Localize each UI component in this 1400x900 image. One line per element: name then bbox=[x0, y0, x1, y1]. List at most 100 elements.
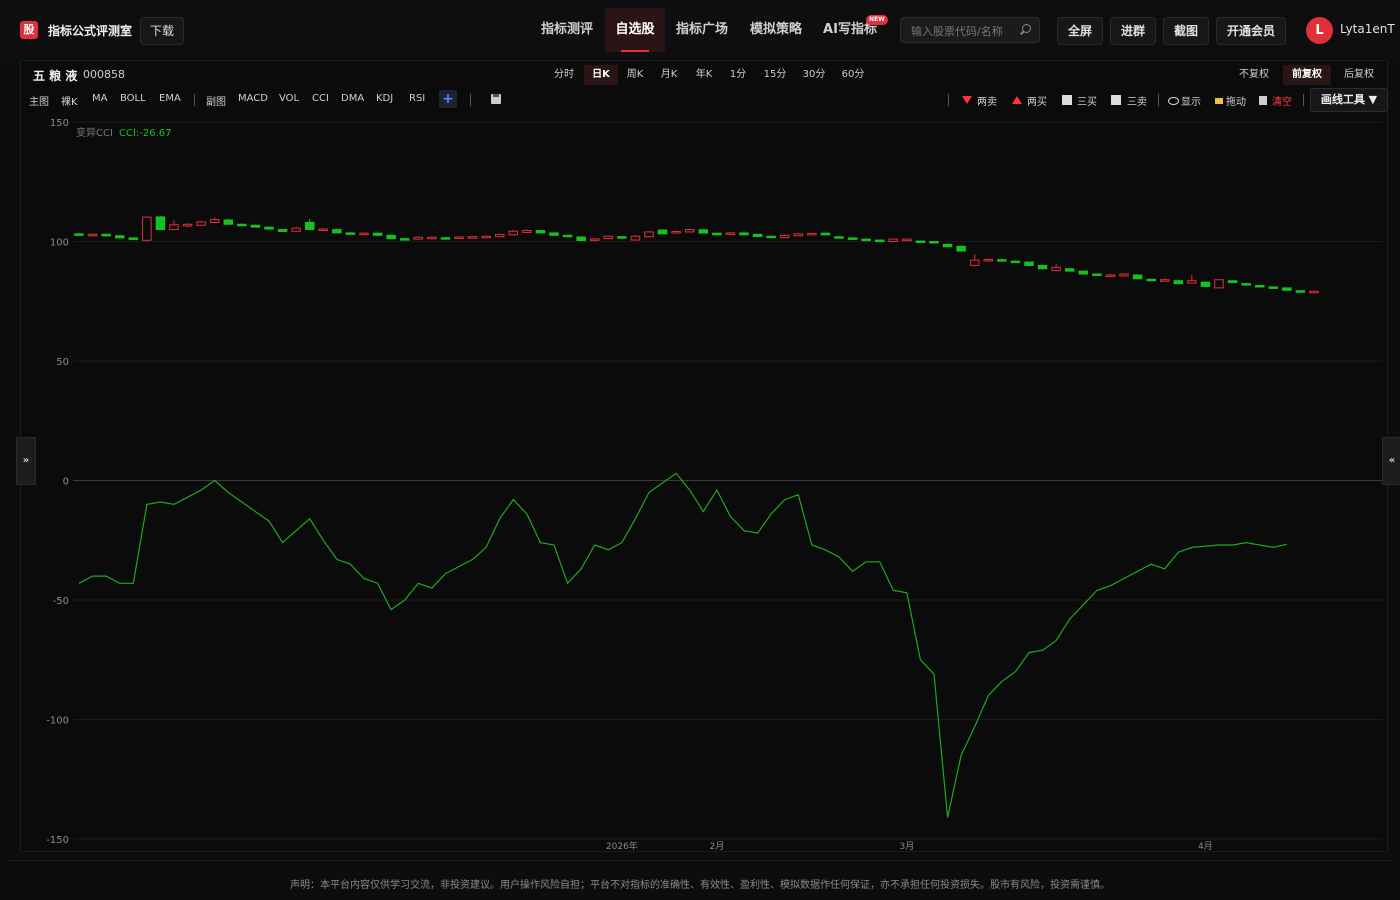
download-button[interactable]: 下载 bbox=[140, 17, 184, 45]
period-1min[interactable]: 1分 bbox=[724, 65, 752, 85]
candle-body bbox=[888, 238, 899, 243]
three-sell-icon bbox=[1111, 95, 1121, 105]
indicator-sub[interactable]: 副图 bbox=[206, 93, 226, 108]
cci-line bbox=[78, 472, 1288, 818]
candle-body bbox=[698, 229, 709, 234]
collapse-right-button[interactable]: « bbox=[1382, 437, 1400, 485]
candle-body bbox=[807, 232, 817, 236]
candle-body bbox=[1119, 273, 1129, 277]
y-tick-label: 0 bbox=[63, 477, 69, 488]
period-yearly[interactable]: 年K bbox=[689, 65, 719, 85]
legend-cci-value: CCI:-26.67 bbox=[119, 128, 172, 139]
eye-icon bbox=[1168, 97, 1179, 105]
candle-body bbox=[264, 226, 274, 230]
show-tool[interactable]: 显示 bbox=[1181, 93, 1201, 108]
two-sell-tool[interactable]: 两卖 bbox=[977, 93, 997, 108]
nav-item-indicator-review[interactable]: 指标测评 bbox=[530, 8, 604, 52]
period-daily[interactable]: 日K bbox=[584, 65, 618, 85]
period-15min[interactable]: 15分 bbox=[758, 65, 792, 85]
candle-body bbox=[114, 235, 125, 239]
indicator-cci[interactable]: CCI bbox=[312, 93, 329, 104]
divider bbox=[470, 94, 471, 106]
nav-item-sim-strategy[interactable]: 模拟策略 bbox=[739, 8, 813, 52]
disclaimer: 声明：本平台内容仅供学习交流，非投资建议。用户操作风险自担；平台不对指标的准确性… bbox=[290, 880, 1110, 891]
period-intraday[interactable]: 分时 bbox=[549, 65, 579, 85]
x-tick-label: 2月 bbox=[709, 841, 724, 851]
collapse-left-button[interactable]: » bbox=[16, 437, 36, 485]
vip-button[interactable]: 开通会员 bbox=[1216, 17, 1286, 45]
candle-body bbox=[1010, 260, 1021, 264]
indicator-kdj[interactable]: KDJ bbox=[376, 93, 393, 104]
stock-name: 五 粮 液 bbox=[33, 69, 78, 83]
y-tick-label: -150 bbox=[46, 835, 69, 846]
candle-body bbox=[603, 235, 614, 240]
add-indicator-button[interactable]: + bbox=[439, 90, 457, 108]
y-tick-label: -50 bbox=[53, 596, 69, 607]
save-icon[interactable] bbox=[491, 94, 501, 104]
candle-body bbox=[1159, 279, 1170, 282]
adjust-backward[interactable]: 后复权 bbox=[1338, 65, 1380, 85]
candle-body bbox=[169, 224, 179, 231]
clear-tool[interactable]: 清空 bbox=[1272, 93, 1292, 108]
indicator-boll[interactable]: BOLL bbox=[120, 93, 146, 104]
drag-tool[interactable]: 拖动 bbox=[1226, 93, 1246, 108]
nav-item-watchlist[interactable]: 自选股 bbox=[605, 8, 665, 52]
indicator-ema[interactable]: EMA bbox=[159, 93, 181, 104]
candle-body bbox=[1024, 261, 1034, 266]
indicator-ma[interactable]: MA bbox=[92, 93, 107, 104]
y-tick-label: -100 bbox=[46, 716, 69, 727]
active-underline bbox=[621, 50, 649, 52]
two-sell-icon bbox=[962, 96, 972, 104]
new-badge: NEW bbox=[866, 15, 888, 25]
divider bbox=[1158, 94, 1159, 106]
candle-body bbox=[1132, 274, 1143, 280]
adjust-forward[interactable]: 前复权 bbox=[1283, 65, 1331, 85]
candle-body bbox=[142, 216, 152, 241]
two-buy-tool[interactable]: 两买 bbox=[1027, 93, 1047, 108]
join-group-button[interactable]: 进群 bbox=[1110, 17, 1156, 45]
candle-body bbox=[1241, 283, 1251, 286]
nav-item-indicator-plaza[interactable]: 指标广场 bbox=[665, 8, 739, 52]
top-bar: 股 指标公式评测室 下载 指标测评 自选股 指标广场 模拟策略 AI写指标 NE… bbox=[0, 0, 1400, 60]
three-sell-tool[interactable]: 三卖 bbox=[1127, 93, 1147, 108]
period-weekly[interactable]: 周K bbox=[620, 65, 650, 85]
candle-body bbox=[291, 227, 301, 232]
candle-body bbox=[820, 232, 831, 236]
chart-canvas[interactable]: 150 100 50 0 -50 -100 -150 2026年 2月 3月 4月 变异CCI CCI:… bbox=[21, 61, 1387, 851]
two-buy-icon bbox=[1012, 96, 1022, 104]
candle-body bbox=[630, 235, 641, 241]
candle-body bbox=[1051, 266, 1061, 272]
three-buy-tool[interactable]: 三买 bbox=[1077, 93, 1097, 108]
candle-body bbox=[969, 259, 980, 266]
indicator-bare-k[interactable]: 裸K bbox=[61, 93, 78, 108]
candle-body bbox=[467, 236, 478, 239]
candle-body bbox=[372, 232, 383, 236]
candle-body bbox=[779, 234, 790, 239]
indicator-main[interactable]: 主图 bbox=[29, 93, 49, 108]
indicator-macd[interactable]: MACD bbox=[238, 93, 268, 104]
screenshot-button[interactable]: 截图 bbox=[1163, 17, 1209, 45]
adjust-none[interactable]: 不复权 bbox=[1233, 65, 1275, 85]
draw-tools-dropdown[interactable]: 画线工具 ▼ bbox=[1310, 88, 1388, 112]
period-monthly[interactable]: 月K bbox=[654, 65, 684, 85]
search-input[interactable] bbox=[909, 21, 1023, 41]
indicator-dma[interactable]: DMA bbox=[341, 93, 364, 104]
candle-body bbox=[440, 237, 451, 240]
candle-body bbox=[766, 235, 776, 239]
search-icon[interactable] bbox=[1022, 24, 1031, 33]
logo-icon: 股 bbox=[20, 21, 38, 39]
username[interactable]: Lyta1enT bbox=[1340, 22, 1395, 36]
three-buy-icon bbox=[1062, 95, 1072, 105]
period-60min[interactable]: 60分 bbox=[836, 65, 870, 85]
candle-body bbox=[725, 232, 736, 235]
period-30min[interactable]: 30分 bbox=[797, 65, 831, 85]
candle-body bbox=[589, 238, 600, 241]
candle-body bbox=[1064, 268, 1075, 272]
candle-body bbox=[508, 230, 519, 236]
indicator-rsi[interactable]: RSI bbox=[409, 93, 425, 104]
fullscreen-button[interactable]: 全屏 bbox=[1057, 17, 1103, 45]
avatar[interactable]: L bbox=[1306, 17, 1333, 44]
nav-item-label: 指标广场 bbox=[675, 22, 728, 37]
indicator-vol[interactable]: VOL bbox=[279, 93, 299, 104]
candle-body bbox=[549, 232, 559, 236]
